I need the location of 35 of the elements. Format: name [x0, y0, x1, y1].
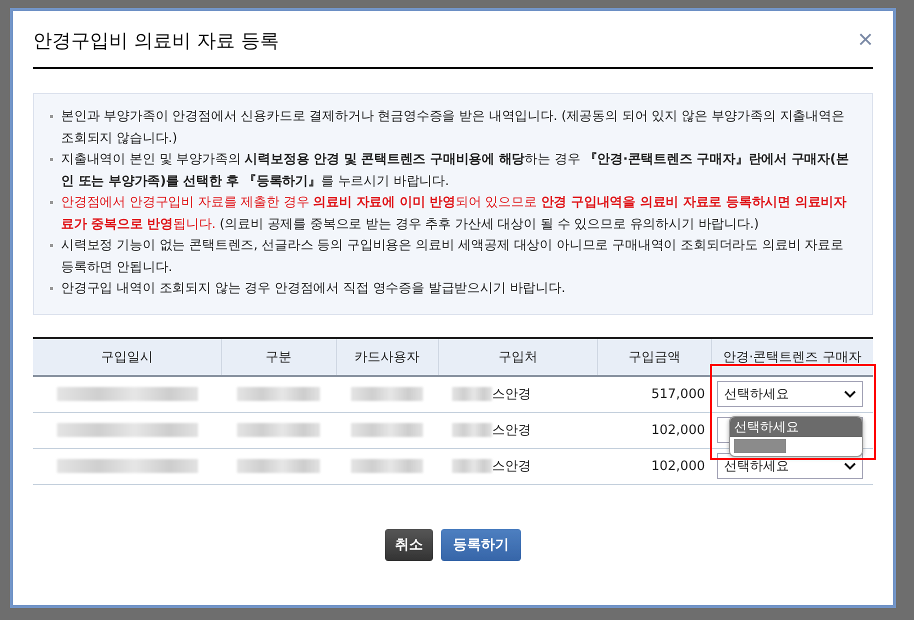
bullet-icon [50, 201, 53, 204]
column-header: 구분 [221, 338, 336, 376]
cancel-button[interactable]: 취소 [385, 528, 433, 560]
select-value: 선택하세요 [724, 386, 789, 403]
redacted-block [452, 423, 492, 437]
bullet-icon [50, 115, 53, 118]
redacted-block [452, 387, 492, 401]
table-cell-text: 스안경 [492, 386, 532, 403]
column-header: 카드사용자 [336, 338, 438, 376]
column-header: 구입일시 [33, 338, 222, 376]
dropdown-option[interactable]: 선택하세요 [730, 416, 862, 436]
dialog-title: 안경구입비 의료비 자료 등록 [33, 29, 280, 54]
bullet-icon [50, 244, 53, 247]
bullet-icon [50, 158, 53, 161]
dropdown-select[interactable]: 선택하세요 [717, 381, 863, 407]
column-header: 안경·콘택트렌즈 구매자 [711, 338, 873, 376]
column-header: 구입처 [438, 338, 598, 376]
chevron-down-icon [844, 390, 856, 398]
redacted-block [452, 459, 492, 473]
register-button[interactable]: 등록하기 [441, 528, 521, 560]
select-value: 선택하세요 [724, 458, 789, 475]
table-cell: 102,000 [651, 458, 705, 474]
notice-text: 안경구입 내역이 조회되지 않는 경우 안경점에서 직접 영수증을 발급받으시기 바랍니다. [61, 280, 566, 298]
scroll-fragment [734, 438, 786, 452]
table-cell-text: 스안경 [492, 458, 532, 475]
notice-text: 안경점에서 안경구입비 자료를 제출한 경우 의료비 자료에 이미 반영되어 있으므로 안경 구입내역을 의료비 자료로 등록하시면 의료비자료가 중복으로 반영됩니다. (의료비 공제를 중복으로 받는 경우 추후 가산세 대상이 될 수 있으므로 유의하시기 바랍니다.) [61, 194, 848, 234]
notice-text: 시력보정 기능이 없는 콘택트렌즈, 선글라스 등의 구입비용은 의료비 세액공제 대상이 아니므로 구매내역이 조회되더라도 의료비 자료로 등록하면 안됩니다. [61, 237, 844, 276]
notice-text: 본인과 부양가족이 안경점에서 신용카드로 결제하거나 현금영수증을 받은 내역입니다. (제공동의 되어 있지 않은 부양가족의 지출내역은 조회되지 않습니다.) [61, 108, 846, 148]
column-header: 구입금액 [598, 338, 711, 376]
chevron-down-icon [844, 462, 856, 470]
table-cell: 102,000 [651, 422, 705, 438]
table-cell-text: 스안경 [492, 422, 532, 439]
table-cell: 517,000 [651, 386, 705, 402]
bullet-icon [50, 287, 53, 290]
notice-text: 지출내역이 본인 및 부양가족의 시력보정용 안경 및 콘택트렌즈 구매비용에 해당하는 경우 『안경·콘택트렌즈 구매자』란에서 구매자(본인 또는 부양가족)를 선택한 후 『등록하기』를 누르시기 바랍니다. [61, 151, 850, 190]
